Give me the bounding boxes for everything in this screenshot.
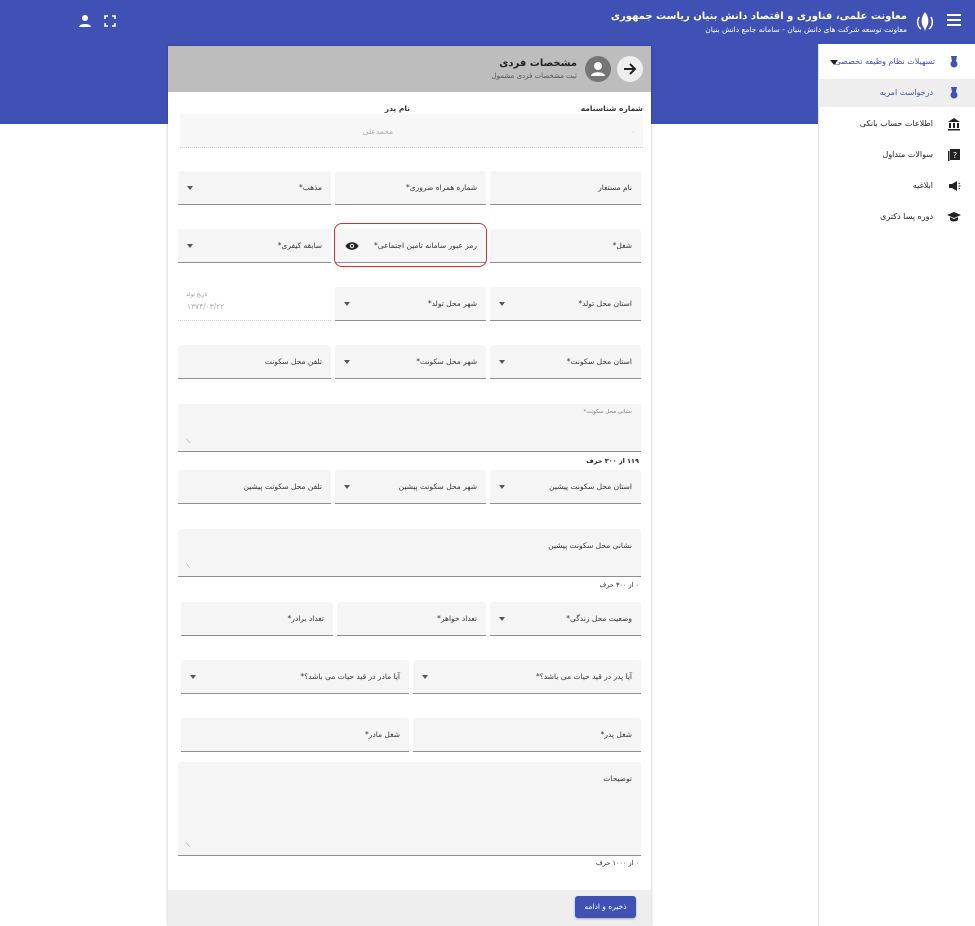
sidebar-item-label: اطلاعات حساب بانکی <box>859 119 933 128</box>
card-header: مشخصات فردی ثبت مشخصات فردی مشمول <box>168 46 651 92</box>
dropdown-arrow-icon <box>422 675 428 679</box>
father-alive-select[interactable]: آیا پدر در قید حیات می باشد؟* <box>413 660 641 694</box>
birth-date-field: تاریخ تولد ۱۳۷۴/۰۳/۲۲ <box>178 287 331 321</box>
top-app-bar: معاونت علمی، فناوری و اقتصاد دانش بنیان … <box>0 0 975 44</box>
personal-info-card: مشخصات فردی ثبت مشخصات فردی مشمول شماره … <box>168 46 651 926</box>
dropdown-arrow-icon <box>344 302 350 306</box>
previous-city-select[interactable]: شهر محل سکونت پیشین <box>335 470 486 504</box>
save-continue-button[interactable]: ذخیره و ادامه <box>575 896 636 918</box>
sidebar-item-announcement[interactable]: ابلاغیه <box>818 172 975 200</box>
card-subtitle: ثبت مشخصات فردی مشمول <box>491 72 577 80</box>
sidebar-item-label: ابلاغیه <box>912 181 933 190</box>
fullscreen-icon[interactable] <box>104 15 116 27</box>
id-number-label: شماره شناسنامه <box>580 104 643 113</box>
id-number-value: ۰ <box>630 127 635 136</box>
resize-grip-icon[interactable]: ⟋ <box>186 842 190 850</box>
previous-address-textarea[interactable]: نشانی محل سکونت پیشین ⟋ <box>178 529 641 577</box>
dropdown-arrow-icon <box>499 302 505 306</box>
father-name-value: محمدعلی <box>362 127 393 136</box>
highlight-box <box>334 223 487 267</box>
readonly-info-field: ۰ محمدعلی <box>180 114 643 148</box>
birth-city-select[interactable]: شهر محل تولد* <box>335 287 486 321</box>
dropdown-arrow-icon <box>190 675 196 679</box>
emblem-logo-icon <box>916 12 934 32</box>
father-job-input[interactable]: شغل پدر* <box>413 718 641 752</box>
avatar <box>585 56 611 82</box>
religion-select[interactable]: مذهب* <box>178 171 331 205</box>
birth-date-label: تاریخ تولد <box>186 292 208 298</box>
sidebar-item-military-request[interactable]: درخواست امریه <box>818 79 975 107</box>
sidebar-item-label: دوره پسا دکتری <box>880 212 933 221</box>
mobile-input[interactable]: شماره همراه ضروری* <box>335 171 486 205</box>
birth-date-value: ۱۳۷۴/۰۳/۲۲ <box>187 302 225 311</box>
alias-input[interactable]: نام مستعار <box>490 171 641 205</box>
residence-address-textarea[interactable]: نشانی محل سکونت* ⟋ <box>178 404 641 452</box>
mother-alive-select[interactable]: آیا مادر در قید حیات می باشد؟* <box>181 660 409 694</box>
dropdown-arrow-icon <box>344 485 350 489</box>
notes-counter: ۰ از ۱۰۰۰ حرف <box>596 859 639 867</box>
previous-phone-input[interactable]: تلفن محل سکونت پیشین <box>178 470 331 504</box>
dropdown-arrow-icon <box>499 485 505 489</box>
hamburger-menu-icon[interactable] <box>947 14 961 26</box>
dropdown-arrow-icon <box>499 360 505 364</box>
sidebar-group-military-facilities[interactable]: تسهیلات نظام وظیفه تخصصی <box>818 48 975 76</box>
residence-phone-input[interactable]: تلفن محل سکونت <box>178 345 331 379</box>
chevron-down-icon <box>830 60 838 65</box>
sidebar-group-label: تسهیلات نظام وظیفه تخصصی <box>834 57 936 66</box>
criminal-record-select[interactable]: سابقه کیفری* <box>178 229 331 263</box>
svg-text:?: ? <box>953 151 957 160</box>
resize-grip-icon[interactable]: ⟋ <box>186 438 190 446</box>
sidebar-item-bank-account[interactable]: اطلاعات حساب بانکی <box>818 110 975 138</box>
sidebar-item-label: درخواست امریه <box>879 88 933 97</box>
sidebar: تسهیلات نظام وظیفه تخصصی درخواست امریه ا… <box>818 44 975 926</box>
sidebar-item-postdoc[interactable]: دوره پسا دکتری <box>818 203 975 231</box>
question-book-icon: ? <box>948 149 960 161</box>
card-footer: ذخیره و ادامه <box>168 890 651 926</box>
living-status-select[interactable]: وضعیت محل زندگی* <box>490 602 641 636</box>
sidebar-item-label: سوالات متداول <box>882 150 934 159</box>
dropdown-arrow-icon <box>187 244 193 248</box>
medal-icon <box>950 56 958 68</box>
residence-city-select[interactable]: شهر محل سکونت* <box>335 345 486 379</box>
dropdown-arrow-icon <box>499 617 505 621</box>
job-input[interactable]: شغل* <box>490 229 641 263</box>
dropdown-arrow-icon <box>187 186 193 190</box>
graduation-cap-icon <box>947 212 961 222</box>
sisters-count-input[interactable]: تعداد خواهر* <box>337 602 486 636</box>
father-name-label: نام پدر <box>384 104 410 113</box>
person-icon <box>591 62 605 76</box>
back-button[interactable] <box>617 56 643 82</box>
resize-grip-icon[interactable]: ⟋ <box>186 563 190 571</box>
account-icon[interactable] <box>78 14 92 28</box>
app-title: معاونت علمی، فناوری و اقتصاد دانش بنیان … <box>610 11 907 22</box>
previous-province-select[interactable]: استان محل سکونت پیشین <box>490 470 641 504</box>
residence-address-counter: ۱۱۹ از ۳۰۰ حرف <box>586 457 639 465</box>
card-title: مشخصات فردی <box>499 58 577 69</box>
brothers-count-input[interactable]: تعداد برادر* <box>181 602 333 636</box>
arrow-right-icon <box>624 63 637 75</box>
medal-icon <box>950 87 958 99</box>
notes-textarea[interactable]: توضیحات ⟋ <box>178 762 641 856</box>
megaphone-icon <box>949 181 961 191</box>
previous-address-counter: ۰ از ۳۰۰ حرف <box>599 581 639 589</box>
birth-province-select[interactable]: استان محل تولد* <box>490 287 641 321</box>
sidebar-item-faq[interactable]: ? سوالات متداول <box>818 141 975 169</box>
bank-icon <box>948 118 960 131</box>
mother-job-input[interactable]: شغل مادر* <box>181 718 409 752</box>
app-subtitle: معاونت توسعه شرکت های دانش بنیان - سامان… <box>705 25 907 34</box>
residence-province-select[interactable]: استان محل سکونت* <box>490 345 641 379</box>
dropdown-arrow-icon <box>344 360 350 364</box>
